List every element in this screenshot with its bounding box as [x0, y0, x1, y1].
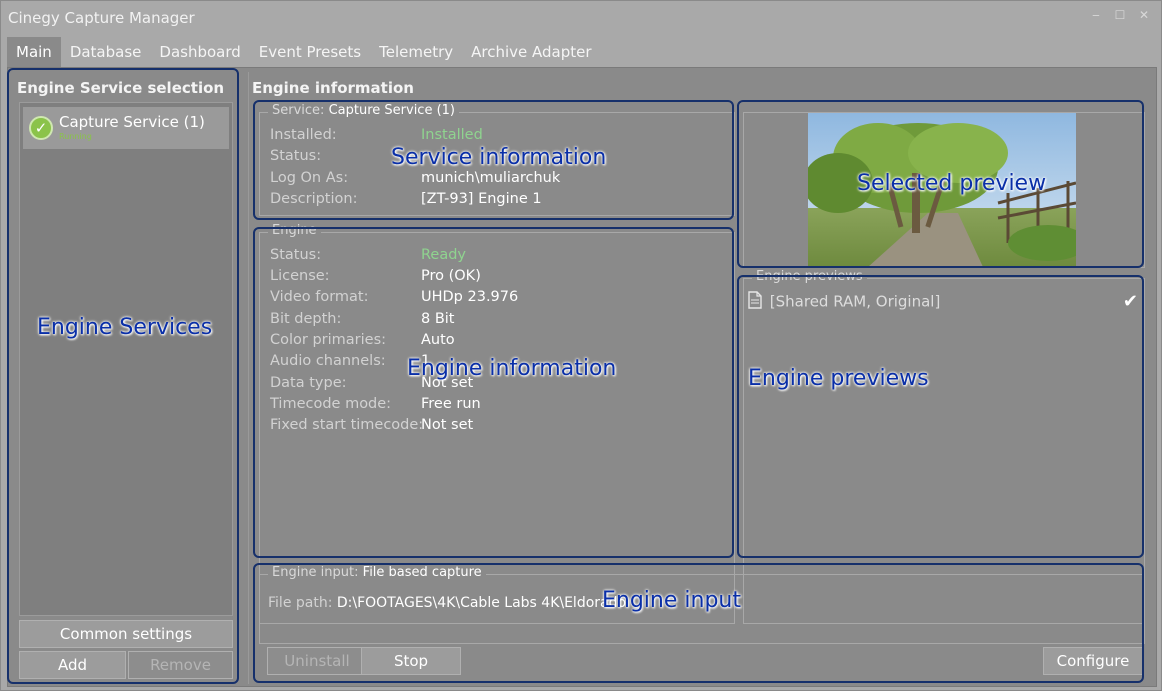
preview-image[interactable]	[808, 113, 1076, 267]
audio-channels-label: Audio channels:	[270, 353, 386, 369]
video-format-value: UHDp 23.976	[421, 289, 519, 305]
tab-telemetry[interactable]: Telemetry	[370, 37, 462, 67]
document-icon	[748, 291, 762, 313]
file-path-value: D:\FOOTAGES\4K\Cable Labs 4K\Eldorado	[336, 595, 627, 611]
tab-event-presets[interactable]: Event Presets	[250, 37, 370, 67]
engine-input-groupbox: Engine input: File based capture File pa…	[259, 565, 1145, 644]
license-value: Pro (OK)	[421, 268, 481, 284]
maximize-icon[interactable]: ☐	[1113, 8, 1127, 22]
preview-item-label: [Shared RAM, Original]	[769, 292, 941, 311]
window-title: Cinegy Capture Manager	[8, 9, 195, 27]
installed-value: Installed	[421, 127, 483, 143]
checkmark-icon: ✔	[1122, 291, 1138, 312]
engine-input-legend-prefix: Engine input:	[272, 565, 359, 580]
service-state: Running	[59, 132, 92, 141]
service-name: Capture Service (1)	[59, 113, 205, 131]
list-item-capture-service[interactable]: ✓ Capture Service (1) Running	[23, 107, 229, 149]
color-primaries-value: Auto	[421, 332, 455, 348]
uninstall-button[interactable]: Uninstall	[267, 647, 367, 675]
video-format-label: Video format:	[270, 289, 369, 305]
log-on-as-value: munich\muliarchuk	[421, 170, 561, 186]
app-window: Cinegy Capture Manager ‒ ☐ ✕ Main Databa…	[0, 0, 1162, 691]
list-item-preview[interactable]: [Shared RAM, Original] ✔	[748, 291, 1142, 313]
timecode-mode-value: Free run	[421, 396, 481, 412]
engine-previews-legend: Engine previews	[752, 269, 867, 284]
engine-information-panel: Engine information Service: Capture Serv…	[248, 72, 1154, 684]
remove-button[interactable]: Remove	[128, 651, 233, 679]
check-circle-icon: ✓	[29, 116, 53, 140]
minimize-icon[interactable]: ‒	[1089, 8, 1103, 22]
engine-status-value: Ready	[421, 247, 467, 263]
engine-legend: Engine	[268, 223, 321, 238]
tab-dashboard[interactable]: Dashboard	[150, 37, 249, 67]
log-on-as-label: Log On As:	[270, 170, 349, 186]
engine-information-title: Engine information	[252, 79, 414, 97]
color-primaries-label: Color primaries:	[270, 332, 387, 348]
engine-service-panel: Engine Service selection ✓ Capture Servi…	[14, 72, 240, 684]
main-content: Engine Service selection ✓ Capture Servi…	[7, 67, 1157, 687]
service-list[interactable]: ✓ Capture Service (1) Running	[19, 102, 233, 616]
service-groupbox: Service: Capture Service (1) Installed: …	[259, 103, 735, 216]
add-button[interactable]: Add	[19, 651, 126, 679]
window-controls: ‒ ☐ ✕	[1089, 8, 1151, 22]
file-path-label: File path:	[268, 595, 333, 611]
service-legend: Service: Capture Service (1)	[268, 103, 459, 118]
timecode-mode-label: Timecode mode:	[270, 396, 392, 412]
description-value: [ZT-93] Engine 1	[421, 191, 542, 207]
common-settings-button[interactable]: Common settings	[19, 620, 233, 648]
tab-database[interactable]: Database	[61, 37, 151, 67]
stop-button[interactable]: Stop	[361, 647, 461, 675]
tab-archive-adapter[interactable]: Archive Adapter	[462, 37, 600, 67]
service-legend-prefix: Service:	[272, 103, 325, 118]
engine-input-legend-value: File based capture	[362, 565, 482, 580]
service-status-label: Status:	[270, 148, 322, 164]
engine-previews-groupbox: Engine previews [Shared RAM, Original] ✔	[743, 269, 1145, 624]
audio-channels-value: 1	[421, 353, 431, 369]
tab-bar: Main Database Dashboard Event Presets Te…	[7, 37, 601, 67]
selected-preview-groupbox	[743, 112, 1145, 268]
preview-picture-icon	[808, 113, 1076, 267]
file-path-row: File path: D:\FOOTAGES\4K\Cable Labs 4K\…	[268, 595, 626, 611]
data-type-label: Data type:	[270, 375, 347, 391]
tab-main[interactable]: Main	[7, 37, 61, 67]
close-icon[interactable]: ✕	[1137, 8, 1151, 22]
configure-button[interactable]: Configure	[1043, 647, 1143, 675]
fixed-start-timecode-value: Not set	[421, 417, 474, 433]
description-label: Description:	[270, 191, 358, 207]
installed-label: Installed:	[270, 127, 337, 143]
engine-service-title: Engine Service selection	[17, 79, 225, 97]
bit-depth-label: Bit depth:	[270, 311, 342, 327]
engine-status-label: Status:	[270, 247, 322, 263]
bit-depth-value: 8 Bit	[421, 311, 455, 327]
fixed-start-timecode-label: Fixed start timecode:	[270, 417, 424, 433]
service-legend-value: Capture Service (1)	[328, 103, 455, 118]
license-label: License:	[270, 268, 330, 284]
title-bar: Cinegy Capture Manager ‒ ☐ ✕	[1, 1, 1161, 35]
data-type-value: Not set	[421, 375, 474, 391]
engine-input-legend: Engine input: File based capture	[268, 565, 486, 580]
